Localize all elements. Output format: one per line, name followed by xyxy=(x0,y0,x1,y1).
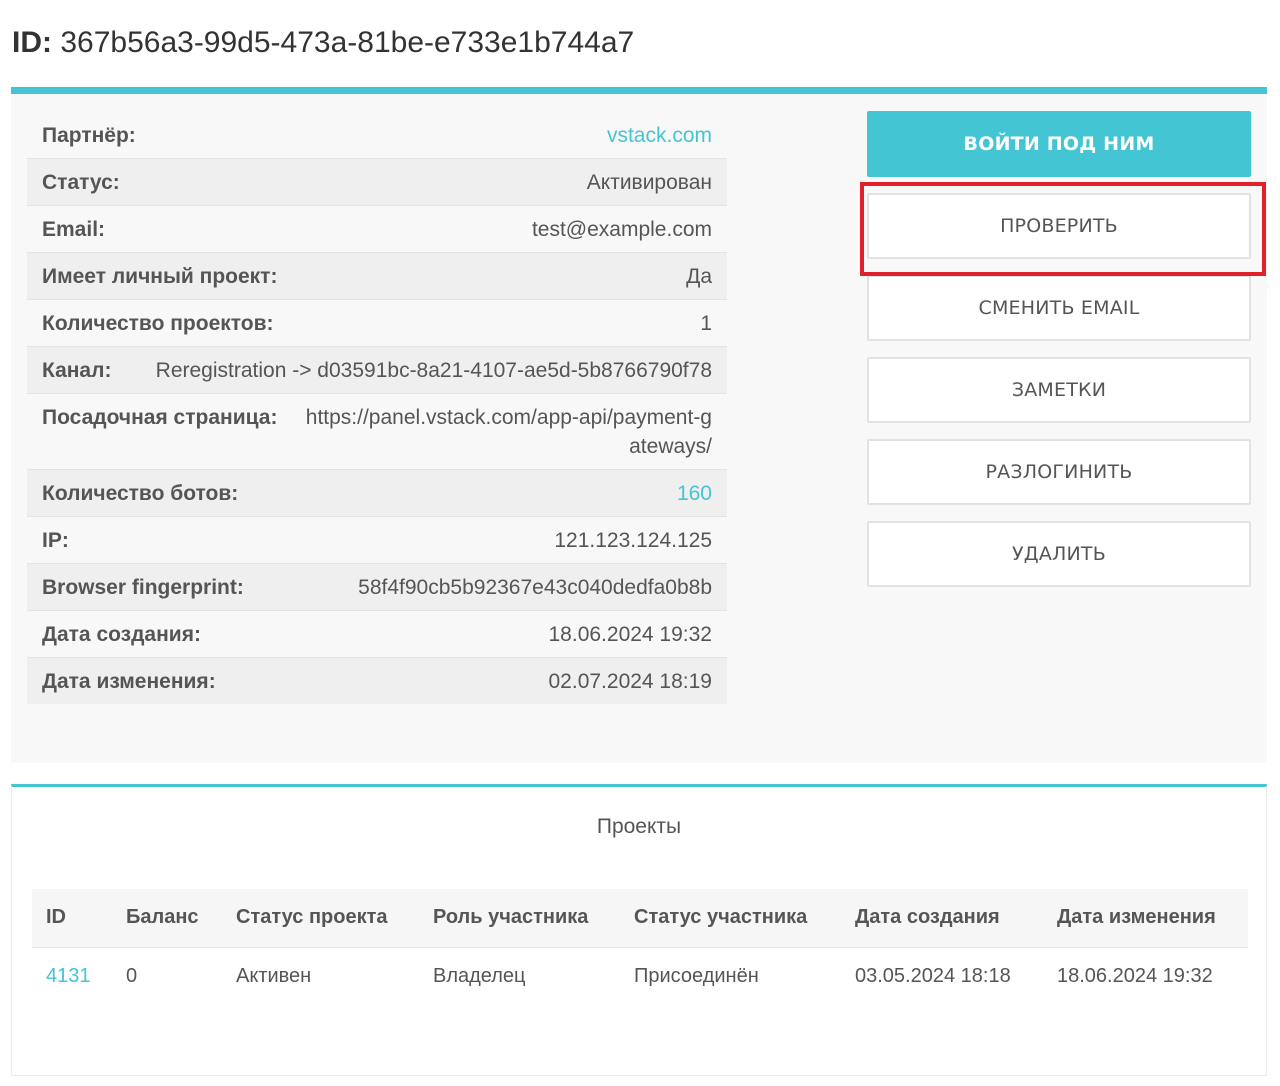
projects-table: ID Баланс Статус проекта Роль участника … xyxy=(32,889,1248,1005)
info-value: 18.06.2024 19:32 xyxy=(548,623,713,646)
info-row-projects-count: Количество проектов: 1 xyxy=(27,300,727,347)
col-balance: Баланс xyxy=(112,889,222,948)
info-value: Да xyxy=(686,265,712,288)
col-created: Дата создания xyxy=(841,889,1043,948)
member-status: Присоединён xyxy=(634,964,759,987)
col-id: ID xyxy=(32,889,112,948)
bots-count-link[interactable]: 160 xyxy=(677,479,712,508)
user-info-table: Партнёр: vstack.com Статус: Активирован … xyxy=(27,112,727,704)
info-value: 121.123.124.125 xyxy=(554,529,712,552)
info-value: 58f4f90cb5b92367e43c040dedfa0b8b xyxy=(358,576,712,599)
verify-button-highlight: ПРОВЕРИТЬ xyxy=(860,182,1266,276)
change-email-button[interactable]: СМЕНИТЬ EMAIL xyxy=(867,275,1251,341)
info-key: Дата создания: xyxy=(42,623,201,646)
actions-column: ВОЙТИ ПОД НИМ ПРОВЕРИТЬ СМЕНИТЬ EMAIL ЗА… xyxy=(860,111,1266,603)
col-member-role: Роль участника xyxy=(419,889,620,948)
info-row-landing-page: Посадочная страница: https://panel.vstac… xyxy=(27,394,727,470)
delete-button[interactable]: УДАЛИТЬ xyxy=(867,521,1251,587)
info-key: Имеет личный проект: xyxy=(42,265,278,288)
info-value: 1 xyxy=(700,312,712,335)
page-title: ID: 367b56a3-99d5-473a-81be-e733e1b744a7 xyxy=(12,26,634,60)
verify-button[interactable]: ПРОВЕРИТЬ xyxy=(867,193,1251,259)
project-id-link[interactable]: 4131 xyxy=(32,947,112,1005)
info-key: Канал: xyxy=(42,359,112,382)
info-row-partner: Партнёр: vstack.com xyxy=(27,112,727,159)
id-label: ID: xyxy=(12,26,52,59)
user-info-panel: Партнёр: vstack.com Статус: Активирован … xyxy=(11,87,1267,763)
info-value: 02.07.2024 18:19 xyxy=(548,670,713,693)
login-as-button[interactable]: ВОЙТИ ПОД НИМ xyxy=(867,111,1251,177)
info-value: test@example.com xyxy=(531,218,712,241)
info-row-email: Email: test@example.com xyxy=(27,206,727,253)
projects-panel: Проекты ID Баланс Статус проекта Роль уч… xyxy=(11,784,1267,1076)
info-key: IP: xyxy=(42,529,69,552)
info-key: Количество проектов: xyxy=(42,312,274,335)
info-key: Статус: xyxy=(42,171,120,194)
partner-link[interactable]: vstack.com xyxy=(607,121,712,150)
info-row-created: Дата создания: 18.06.2024 19:32 xyxy=(27,611,727,658)
info-row-status: Статус: Активирован xyxy=(27,159,727,206)
info-key: Browser fingerprint: xyxy=(42,576,244,599)
projects-header-row: ID Баланс Статус проекта Роль участника … xyxy=(32,889,1248,948)
info-row-updated: Дата изменения: 02.07.2024 18:19 xyxy=(27,658,727,704)
info-key: Посадочная страница: xyxy=(42,406,278,429)
project-status: Активен xyxy=(236,964,312,987)
info-value: https://panel.vstack.com/app-api/payment… xyxy=(305,406,712,458)
table-row: 4131 0 Активен Владелец Присоединён 03.0… xyxy=(32,947,1248,1005)
info-row-channel: Канал: Reregistration -> d03591bc-8a21-4… xyxy=(27,347,727,394)
project-updated: 18.06.2024 19:32 xyxy=(1057,964,1213,987)
col-project-status: Статус проекта xyxy=(222,889,419,948)
info-key: Email: xyxy=(42,218,106,241)
info-row-ip: IP: 121.123.124.125 xyxy=(27,517,727,564)
info-key: Партнёр: xyxy=(42,124,136,147)
logout-button[interactable]: РАЗЛОГИНИТЬ xyxy=(867,439,1251,505)
info-value: Активирован xyxy=(586,171,712,194)
info-row-fingerprint: Browser fingerprint: 58f4f90cb5b92367e43… xyxy=(27,564,727,611)
col-member-status: Статус участника xyxy=(620,889,841,948)
id-value: 367b56a3-99d5-473a-81be-e733e1b744a7 xyxy=(60,26,635,59)
projects-title: Проекты xyxy=(596,815,682,838)
project-created: 03.05.2024 18:18 xyxy=(855,964,1011,987)
info-key: Дата изменения: xyxy=(42,670,216,693)
info-row-bots-count: Количество ботов: 160 xyxy=(27,470,727,517)
col-updated: Дата изменения xyxy=(1043,889,1248,948)
project-balance: 0 xyxy=(126,964,138,987)
info-key: Количество ботов: xyxy=(42,482,239,505)
notes-button[interactable]: ЗАМЕТКИ xyxy=(867,357,1251,423)
member-role: Владелец xyxy=(433,964,526,987)
info-row-personal-project: Имеет личный проект: Да xyxy=(27,253,727,300)
info-value: Reregistration -> d03591bc-8a21-4107-ae5… xyxy=(155,359,712,382)
